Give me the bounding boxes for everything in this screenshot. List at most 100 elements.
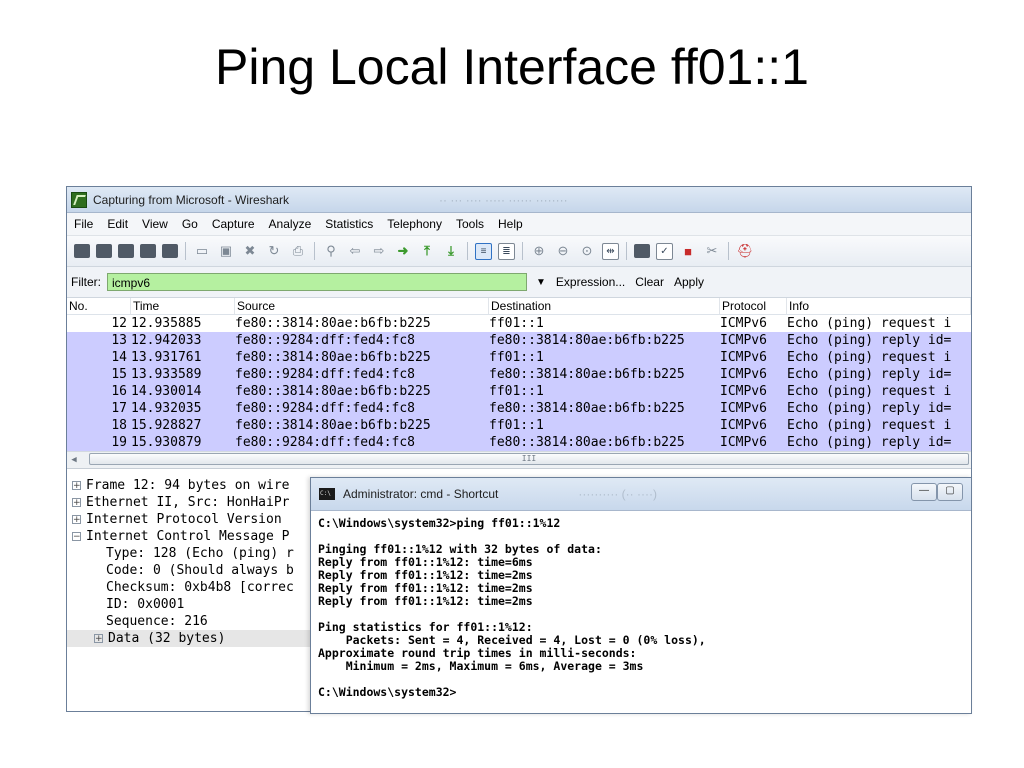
packet-protocol: ICMPv6 [720,316,767,331]
packet-time: 15.928827 [131,418,202,433]
menu-go[interactable]: Go [175,217,205,231]
console-prompt: C:\Windows\system32> [318,685,457,699]
detail-text: Data (32 bytes) [108,631,226,646]
clear-button[interactable]: Clear [635,275,664,289]
scrollbar-thumb[interactable]: III [89,453,969,465]
toolbar-separator [626,242,627,260]
capture-options-icon[interactable] [96,244,112,258]
packet-time: 14.932035 [131,401,202,416]
print-icon[interactable]: ⎙ [289,242,307,260]
menu-help[interactable]: Help [491,217,530,231]
reload-icon[interactable]: ↻ [265,242,283,260]
resize-columns-icon[interactable]: ⇹ [602,242,619,260]
collapse-icon[interactable]: − [72,532,81,542]
packet-row[interactable]: 12 12.935885 fe80::3814:80ae:b6fb:b225 ff01… [67,315,971,332]
go-to-packet-icon[interactable]: ➜ [394,242,412,260]
apply-button[interactable]: Apply [674,275,704,289]
packet-row[interactable]: 14 13.931761 fe80::3814:80ae:b6fb:b225 ff01… [67,349,971,366]
save-file-icon[interactable]: ▣ [217,242,235,260]
packet-destination: fe80::3814:80ae:b6fb:b225 [489,435,685,450]
minimize-button[interactable]: — [911,483,937,501]
restart-capture-icon[interactable] [162,244,178,258]
detail-text: Code: 0 (Should always b [106,563,294,578]
menu-telephony[interactable]: Telephony [380,217,449,231]
packet-row[interactable]: 18 15.928827 fe80::3814:80ae:b6fb:b225 ff01… [67,417,971,434]
packet-time: 13.933589 [131,367,202,382]
column-header-source[interactable]: Source [235,298,489,314]
column-header-time[interactable]: Time [131,298,235,314]
packet-info: Echo (ping) request i [787,384,952,399]
normal-size-icon[interactable]: ⊙ [578,242,596,260]
column-header-destination[interactable]: Destination [489,298,720,314]
open-file-icon[interactable]: ▭ [193,242,211,260]
detail-text: Internet Protocol Version [86,512,282,527]
detail-text: ID: 0x0001 [106,597,185,612]
menu-tools[interactable]: Tools [449,217,491,231]
zoom-in-icon[interactable]: ⊕ [530,242,548,260]
menu-capture[interactable]: Capture [205,217,262,231]
expand-icon[interactable]: + [72,515,81,525]
coloring-rules-icon[interactable]: ■ [679,242,697,260]
toolbar-separator [314,242,315,260]
filter-dropdown-icon[interactable]: ▼ [536,277,546,288]
packet-info: Echo (ping) reply id= [787,435,952,450]
preferences-icon[interactable]: ✂ [703,242,721,260]
packet-row[interactable]: 13 12.942033 fe80::9284:dff:fed4:fc8 fe80::… [67,332,971,349]
menu-file[interactable]: File [67,217,100,231]
packet-no: 16 [111,384,127,399]
last-packet-icon[interactable]: ⤓ [442,242,460,260]
help-icon[interactable]: ⛑ [736,242,754,260]
first-packet-icon[interactable]: ⤒ [418,242,436,260]
packet-protocol: ICMPv6 [720,418,767,433]
maximize-button[interactable]: ▢ [937,483,963,501]
start-capture-icon[interactable] [118,244,134,258]
packet-no: 18 [111,418,127,433]
find-icon[interactable]: ⚲ [322,242,340,260]
column-header-info[interactable]: Info [787,298,971,314]
capture-filters-icon[interactable] [634,244,650,258]
expand-icon[interactable]: + [94,634,103,644]
packet-no: 13 [111,333,127,348]
menu-bar: File Edit View Go Capture Analyze Statis… [67,213,971,236]
display-filters-icon[interactable]: ✓ [656,242,673,260]
packet-destination: fe80::3814:80ae:b6fb:b225 [489,367,685,382]
packet-protocol: ICMPv6 [720,333,767,348]
packet-time: 12.942033 [131,333,202,348]
packet-row[interactable]: 15 13.933589 fe80::9284:dff:fed4:fc8 fe80::… [67,366,971,383]
toolbar-separator [728,242,729,260]
packet-row[interactable]: 17 14.932035 fe80::9284:dff:fed4:fc8 fe80::… [67,400,971,417]
packet-info: Echo (ping) request i [787,350,952,365]
menu-statistics[interactable]: Statistics [318,217,380,231]
display-filter-input[interactable]: icmpv6 [107,273,527,291]
menu-view[interactable]: View [135,217,175,231]
expand-icon[interactable]: + [72,498,81,508]
packet-no: 15 [111,367,127,382]
menu-analyze[interactable]: Analyze [262,217,319,231]
stop-capture-icon[interactable] [140,244,156,258]
packet-source: fe80::9284:dff:fed4:fc8 [235,435,416,450]
menu-edit[interactable]: Edit [100,217,135,231]
close-file-icon[interactable]: ✖ [241,242,259,260]
column-header-no[interactable]: No. [67,298,131,314]
zoom-out-icon[interactable]: ⊖ [554,242,572,260]
cmd-titlebar[interactable]: C:\ Administrator: cmd - Shortcut ······… [311,478,971,511]
colorize-icon[interactable]: ≡ [475,242,492,260]
forward-icon[interactable]: ⇨ [370,242,388,260]
toolbar-separator [522,242,523,260]
wireshark-title: Capturing from Microsoft - Wireshark [93,192,290,207]
expression-button[interactable]: Expression... [556,275,625,289]
cmd-console-output[interactable]: C:\Windows\system32>ping ff01::1%12 Ping… [311,511,971,699]
packet-row[interactable]: 16 14.930014 fe80::3814:80ae:b6fb:b225 ff01… [67,383,971,400]
scroll-left-icon[interactable]: ◀ [67,455,81,465]
packet-time: 12.935885 [131,316,202,331]
autoscroll-icon[interactable]: ≣ [498,242,515,260]
packet-time: 13.931761 [131,350,202,365]
wireshark-titlebar[interactable]: Capturing from Microsoft - Wireshark ·· … [67,187,971,213]
back-icon[interactable]: ⇦ [346,242,364,260]
column-header-protocol[interactable]: Protocol [720,298,787,314]
expand-icon[interactable]: + [72,481,81,491]
detail-text: Checksum: 0xb4b8 [correc [106,580,294,595]
horizontal-scrollbar[interactable]: ◀ III [67,451,971,469]
interface-list-icon[interactable] [74,244,90,258]
packet-row[interactable]: 19 15.930879 fe80::9284:dff:fed4:fc8 fe80::… [67,434,971,451]
